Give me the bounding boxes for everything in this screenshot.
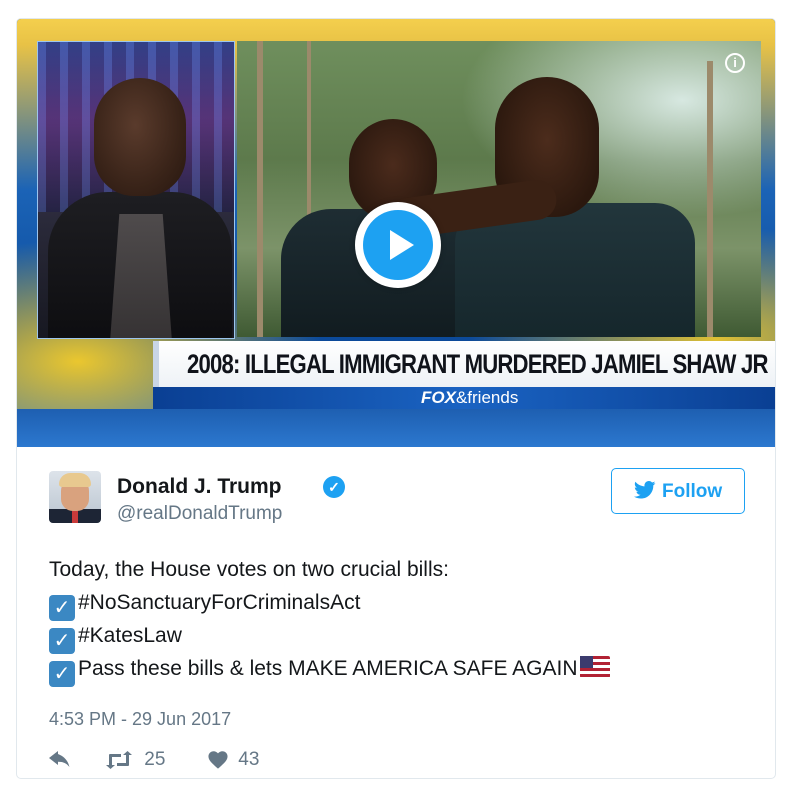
heart-icon bbox=[208, 751, 228, 769]
tweet-text: Today, the House votes on two crucial bi… bbox=[49, 553, 749, 687]
info-icon[interactable]: i bbox=[725, 53, 745, 73]
tweet-card: i 2008: ILLEGAL IMMIGRANT MURDERED JAMIE… bbox=[16, 18, 776, 779]
tweet-timestamp[interactable]: 4:53 PM - 29 Jun 2017 bbox=[49, 709, 231, 730]
twitter-bird-icon bbox=[634, 481, 656, 499]
retweet-button[interactable]: 25 bbox=[105, 749, 165, 771]
retweet-count: 25 bbox=[144, 749, 166, 770]
video-lower-third: 2008: ILLEGAL IMMIGRANT MURDERED JAMIEL … bbox=[153, 341, 775, 387]
avatar[interactable] bbox=[49, 471, 101, 523]
tweet-actions: 25 43 bbox=[49, 749, 349, 773]
us-flag-icon bbox=[579, 656, 610, 678]
retweet-icon bbox=[106, 751, 132, 769]
video-brand-bar: FOX&friends bbox=[153, 387, 775, 409]
video-inset-guest bbox=[37, 41, 235, 339]
play-button[interactable] bbox=[355, 202, 441, 288]
reply-icon bbox=[49, 751, 70, 767]
author-handle[interactable]: @realDonaldTrump bbox=[117, 503, 282, 525]
like-count: 43 bbox=[238, 749, 260, 770]
reply-button[interactable] bbox=[49, 749, 73, 771]
checkbox-emoji-icon: ✓ bbox=[49, 595, 75, 621]
verified-badge-icon: ✓ bbox=[323, 476, 345, 498]
network-logo: FOX&friends bbox=[421, 388, 519, 407]
video-player[interactable]: i 2008: ILLEGAL IMMIGRANT MURDERED JAMIE… bbox=[17, 19, 775, 447]
hashtag-link[interactable]: #KatesLaw bbox=[78, 624, 182, 647]
checkbox-emoji-icon: ✓ bbox=[49, 628, 75, 654]
video-main-photo bbox=[237, 41, 761, 337]
hashtag-link[interactable]: #NoSanctuaryForCriminalsAct bbox=[78, 591, 360, 614]
tweet-line: ✓ Pass these bills & lets MAKE AMERICA SA… bbox=[49, 652, 749, 687]
like-button[interactable]: 43 bbox=[207, 749, 259, 771]
follow-label: Follow bbox=[662, 481, 723, 502]
author-name[interactable]: Donald J. Trump bbox=[117, 475, 282, 499]
tweet-line: ✓ #KatesLaw bbox=[49, 619, 749, 654]
tweet-line: ✓ #NoSanctuaryForCriminalsAct bbox=[49, 586, 749, 621]
tweet-line: Today, the House votes on two crucial bi… bbox=[49, 558, 449, 581]
video-headline: 2008: ILLEGAL IMMIGRANT MURDERED JAMIEL … bbox=[187, 349, 768, 379]
checkbox-emoji-icon: ✓ bbox=[49, 661, 75, 687]
play-icon bbox=[390, 230, 414, 260]
follow-button[interactable]: Follow bbox=[611, 468, 745, 514]
